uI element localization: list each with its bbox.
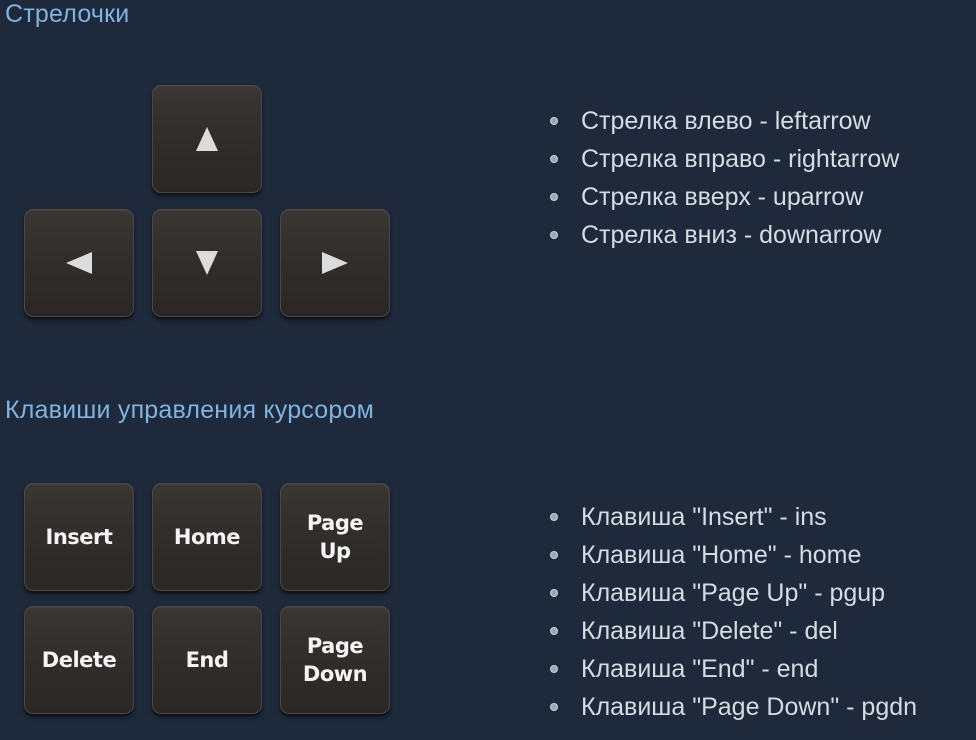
- arrow-down-icon: [196, 251, 218, 275]
- list-item: Стрелка вниз - downarrow: [548, 216, 899, 254]
- bullet-icon: [550, 231, 558, 239]
- key-label: Page Up: [306, 511, 364, 563]
- key-page-down[interactable]: Page Down: [280, 606, 390, 714]
- bullet-icon: [550, 513, 558, 521]
- list-item: Клавиша "Page Down" - pgdn: [548, 688, 917, 726]
- key-label: Insert: [45, 525, 113, 549]
- arrow-left-icon: [66, 252, 92, 274]
- key-delete[interactable]: Delete: [24, 606, 134, 714]
- cursor-keys-list: Клавиша "Insert" - ins Клавиша "Home" - …: [548, 498, 917, 726]
- list-item: Клавиша "End" - end: [548, 650, 917, 688]
- key-label: Delete: [41, 648, 117, 672]
- list-item: Клавиша "Insert" - ins: [548, 498, 917, 536]
- bullet-icon: [550, 703, 558, 711]
- section-title-cursor-keys: Клавиши управления курсором: [5, 396, 374, 424]
- bullet-icon: [550, 627, 558, 635]
- bullet-icon: [550, 665, 558, 673]
- key-up-arrow[interactable]: [152, 85, 262, 193]
- list-item: Стрелка вверх - uparrow: [548, 178, 899, 216]
- key-down-arrow[interactable]: [152, 209, 262, 317]
- arrow-up-icon: [196, 127, 218, 151]
- key-right-arrow[interactable]: [280, 209, 390, 317]
- arrow-right-icon: [322, 252, 348, 274]
- list-item: Клавиша "Home" - home: [548, 536, 917, 574]
- key-home[interactable]: Home: [152, 483, 262, 591]
- key-page-up[interactable]: Page Up: [280, 483, 390, 591]
- key-end[interactable]: End: [152, 606, 262, 714]
- key-label: Page Down: [302, 634, 368, 686]
- arrow-keys-list: Стрелка влево - leftarrow Стрелка вправо…: [548, 102, 899, 254]
- list-item: Клавиша "Page Up" - pgup: [548, 574, 917, 612]
- list-item: Клавиша "Delete" - del: [548, 612, 917, 650]
- key-label: Home: [173, 525, 241, 549]
- bullet-icon: [550, 551, 558, 559]
- key-insert[interactable]: Insert: [24, 483, 134, 591]
- key-label: End: [185, 648, 229, 672]
- list-item: Стрелка вправо - rightarrow: [548, 140, 899, 178]
- bullet-icon: [550, 589, 558, 597]
- section-title-arrows: Стрелочки: [5, 0, 130, 28]
- bullet-icon: [550, 193, 558, 201]
- bullet-icon: [550, 155, 558, 163]
- bullet-icon: [550, 117, 558, 125]
- key-left-arrow[interactable]: [24, 209, 134, 317]
- list-item: Стрелка влево - leftarrow: [548, 102, 899, 140]
